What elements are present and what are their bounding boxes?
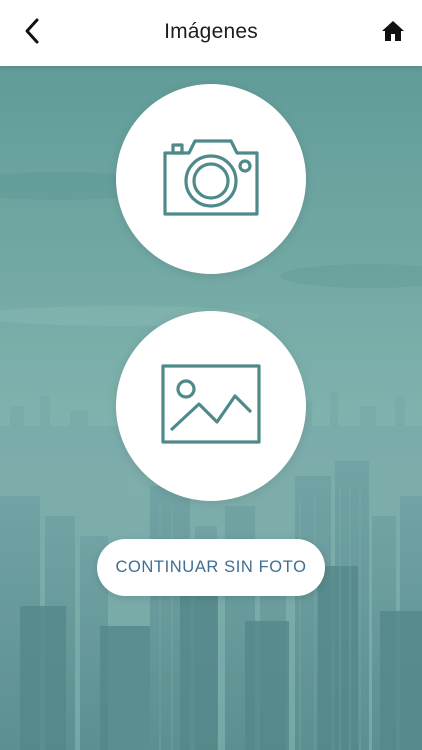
take-photo-button[interactable] bbox=[116, 84, 306, 274]
choose-image-button[interactable] bbox=[116, 311, 306, 501]
continue-without-photo-button[interactable]: CONTINUAR SIN FOTO bbox=[97, 539, 325, 596]
app-screen: Imágenes CONTINUAR SIN FOTO bbox=[0, 0, 422, 750]
top-navigation-bar: Imágenes bbox=[0, 0, 422, 66]
page-title: Imágenes bbox=[164, 20, 258, 43]
home-icon bbox=[381, 20, 405, 47]
image-icon bbox=[161, 363, 261, 449]
camera-icon bbox=[161, 136, 261, 223]
home-button[interactable] bbox=[378, 18, 408, 48]
